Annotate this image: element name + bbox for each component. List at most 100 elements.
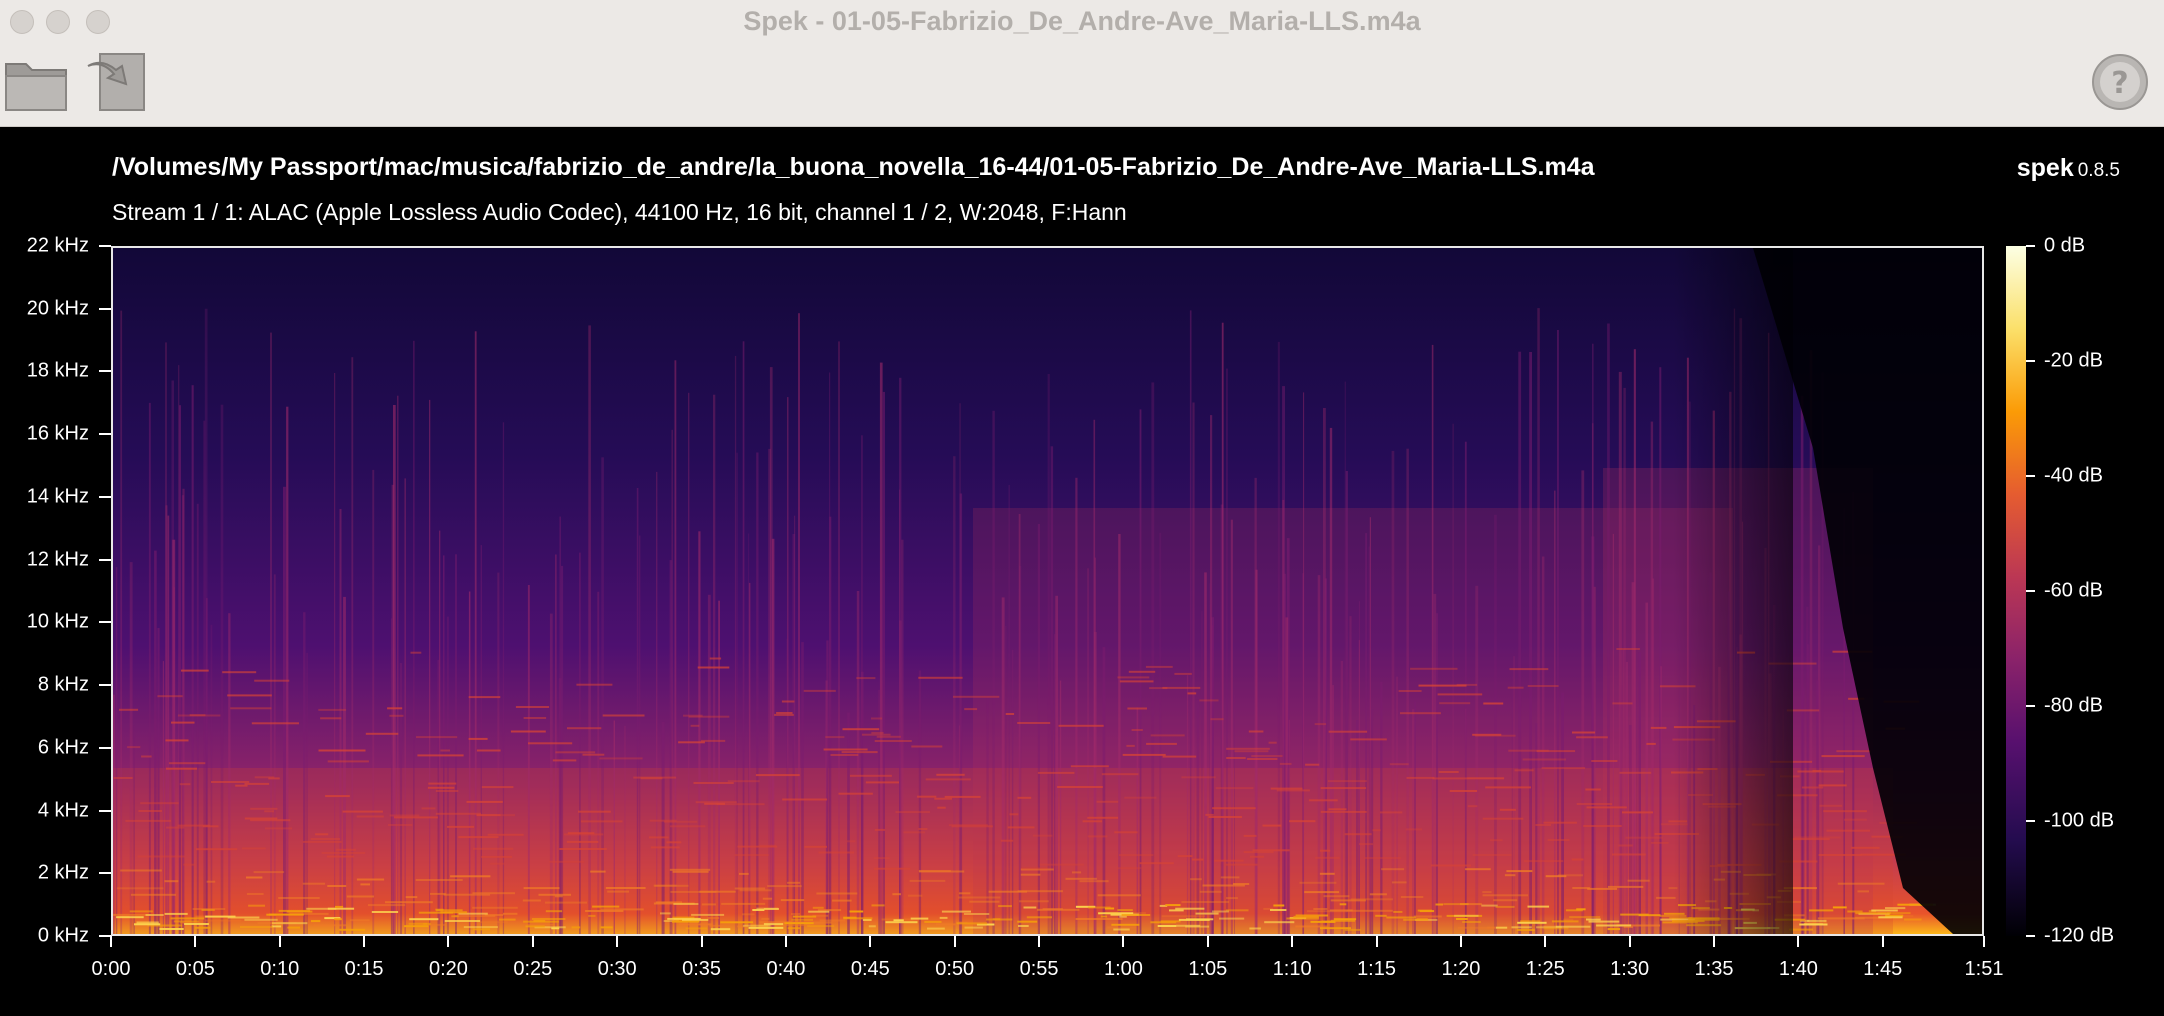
spectrogram-texture <box>1433 593 1437 934</box>
spectrogram-texture <box>956 922 988 925</box>
save-button[interactable] <box>82 46 154 118</box>
help-button[interactable]: ? <box>2090 52 2150 112</box>
x-tick <box>1628 936 1631 947</box>
spectrogram-texture <box>1192 402 1195 934</box>
spectrogram-texture <box>1320 787 1367 790</box>
spectrogram-texture <box>1128 670 1156 673</box>
spectrogram-texture <box>1276 789 1310 792</box>
spectrogram-texture <box>1082 820 1102 823</box>
spectrogram-texture <box>1855 912 1891 915</box>
spectrogram-texture <box>1607 885 1644 888</box>
spectrogram-texture <box>823 748 868 751</box>
spectrogram-texture <box>250 807 278 810</box>
spectrogram-texture <box>1650 841 1669 844</box>
spectrogram-texture <box>1386 916 1417 919</box>
file-path: /Volumes/My Passport/mac/musica/fabrizio… <box>112 153 1595 181</box>
spectrogram-texture <box>435 812 481 815</box>
spectrogram-texture <box>555 751 596 754</box>
spectrogram-texture <box>1151 382 1155 934</box>
spectrogram-texture <box>1185 925 1210 928</box>
spectrogram-texture <box>473 847 514 850</box>
spectrogram-texture <box>356 815 384 818</box>
spectrogram-texture <box>1465 868 1491 871</box>
spectrogram-texture <box>253 871 285 874</box>
spectrogram-texture <box>1588 920 1620 923</box>
spectrogram-texture <box>1323 895 1350 898</box>
spectrogram-texture <box>1021 867 1048 870</box>
spectrogram-texture <box>1057 786 1103 788</box>
open-file-button[interactable] <box>2 46 74 118</box>
spectrogram-texture <box>1482 891 1492 894</box>
spectrogram-texture <box>531 918 566 920</box>
spectrogram-texture <box>1118 854 1154 857</box>
spectrogram-texture <box>924 920 942 923</box>
spectrogram-texture <box>476 749 501 752</box>
spectrogram-texture <box>283 486 286 934</box>
spectrogram-texture <box>1636 649 1638 934</box>
spectrogram-texture <box>171 721 195 724</box>
spectrogram-texture <box>278 897 320 899</box>
spectrogram-texture <box>1212 807 1256 810</box>
spectrogram-texture <box>1111 923 1140 926</box>
db-tick-label: -20 dB <box>2044 349 2103 372</box>
spectrogram-texture <box>1414 701 1416 934</box>
spectrogram-texture <box>404 478 406 934</box>
spectrogram-texture <box>408 922 428 925</box>
spectrogram-texture <box>545 910 563 913</box>
spectrogram-texture <box>830 754 859 756</box>
spectrogram-texture <box>865 781 899 784</box>
spectrogram-texture <box>600 926 613 929</box>
spectrogram-texture <box>1219 917 1245 920</box>
spectrogram-texture <box>1816 680 1819 934</box>
spectrogram-texture <box>656 471 658 934</box>
spectrogram-texture <box>1454 914 1479 917</box>
spectrogram-texture <box>1252 849 1290 852</box>
x-tick-label: 1:35 <box>1694 958 1734 980</box>
spectrogram-texture <box>1279 762 1292 765</box>
save-icon <box>87 53 145 111</box>
spectrogram-texture <box>819 919 846 922</box>
y-tick-label: 8 kHz <box>37 673 89 696</box>
spectrogram-texture <box>1288 719 1291 934</box>
spectrogram-texture <box>1456 683 1478 686</box>
spectrogram-texture <box>704 802 725 805</box>
spectrogram-texture <box>669 868 711 871</box>
spectrogram-texture <box>1576 736 1608 739</box>
db-tick <box>2026 360 2035 362</box>
spectrogram-texture <box>318 749 366 752</box>
spectrogram-texture <box>1230 519 1233 934</box>
spectrogram-texture <box>963 913 990 915</box>
spectrogram-texture <box>1832 906 1847 909</box>
spectrogram-texture <box>1328 730 1368 733</box>
spectrogram-texture <box>762 897 773 900</box>
spectrogram-texture <box>739 872 749 875</box>
spectrogram-texture <box>1204 572 1207 934</box>
spectrogram-texture <box>601 457 604 934</box>
spectrogram-texture <box>918 828 928 830</box>
spectrogram-texture <box>1220 876 1240 879</box>
spectrogram-texture <box>1339 903 1347 906</box>
spectrogram-texture <box>1356 720 1359 934</box>
spectrogram-texture <box>1162 686 1201 689</box>
spectrogram-texture <box>1517 921 1547 924</box>
spectrogram-texture <box>1537 308 1540 934</box>
spectrogram-texture <box>639 535 641 934</box>
spectrogram-texture <box>1619 771 1652 774</box>
spectrogram-texture <box>998 905 1012 908</box>
spectrogram-texture <box>1494 514 1497 934</box>
spectrogram-texture <box>523 920 559 923</box>
spectrogram-texture <box>1249 927 1261 930</box>
spectrogram-texture <box>1547 839 1570 841</box>
spectrogram-texture <box>1053 634 1056 934</box>
spectrogram-texture <box>1072 871 1082 874</box>
spectrogram-texture <box>1611 853 1646 856</box>
spectrogram-texture <box>776 712 793 714</box>
spectrogram-texture <box>129 910 153 913</box>
spectrogram-texture <box>184 923 209 925</box>
spectrogram[interactable] <box>111 246 1984 936</box>
spectrogram-texture <box>791 913 800 915</box>
spectrogram-texture <box>693 782 734 784</box>
spectrogram-texture <box>871 717 883 720</box>
spectrogram-texture <box>1506 870 1533 873</box>
spectrogram-texture <box>523 887 560 890</box>
